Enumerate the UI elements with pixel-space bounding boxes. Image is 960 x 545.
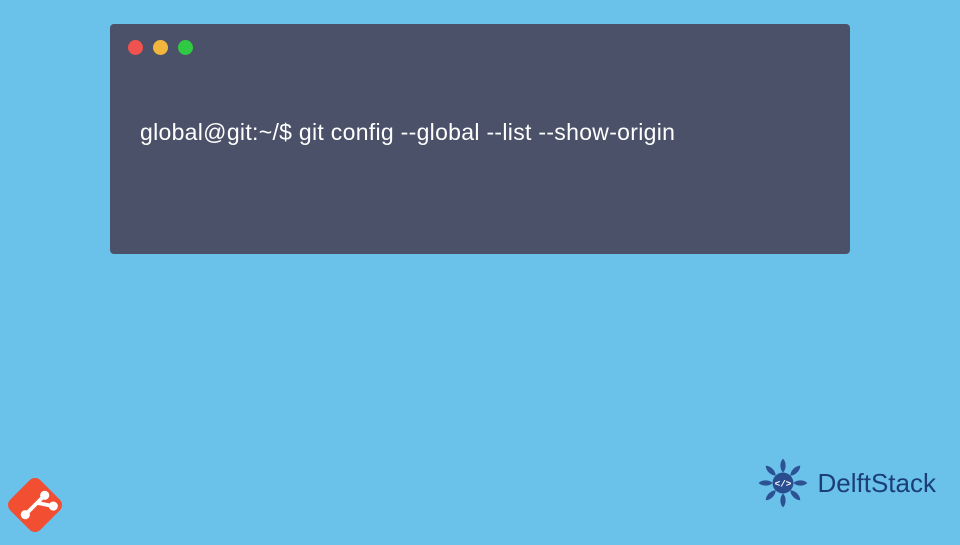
terminal-command: git config --global --list --show-origin	[299, 119, 675, 145]
minimize-icon[interactable]	[153, 40, 168, 55]
delftstack-text: DelftStack	[818, 468, 937, 499]
close-icon[interactable]	[128, 40, 143, 55]
delftstack-branding: </> DelftStack	[754, 454, 937, 512]
terminal-window: global@git:~/$ git config --global --lis…	[110, 24, 850, 254]
terminal-prompt: global@git:~/$	[140, 119, 299, 145]
window-controls	[110, 24, 850, 71]
terminal-line: global@git:~/$ git config --global --lis…	[140, 119, 820, 146]
git-logo-icon	[0, 470, 70, 540]
delftstack-emblem-icon: </>	[754, 454, 812, 512]
maximize-icon[interactable]	[178, 40, 193, 55]
terminal-body[interactable]: global@git:~/$ git config --global --lis…	[110, 71, 850, 146]
svg-text:</>: </>	[774, 478, 791, 489]
